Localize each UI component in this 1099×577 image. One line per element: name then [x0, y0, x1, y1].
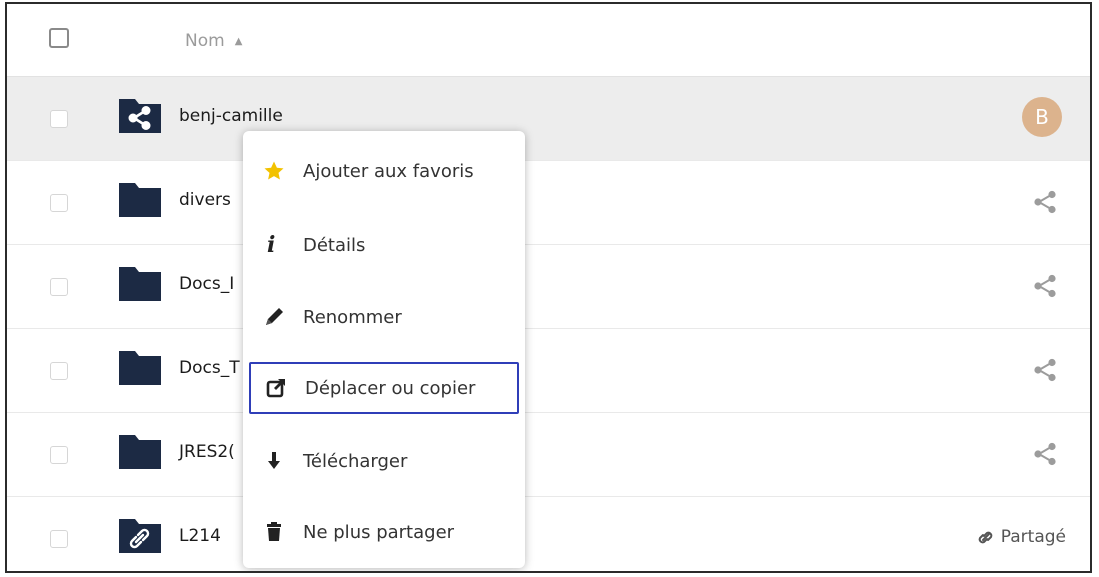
file-name[interactable]: L214 [179, 526, 221, 546]
share-folder-icon [117, 95, 163, 135]
share-icon[interactable] [1032, 189, 1058, 215]
file-name[interactable]: Docs_I [179, 274, 234, 294]
share-icon[interactable] [1032, 273, 1058, 299]
table-row[interactable]: JRES2( [7, 413, 1090, 497]
row-checkbox[interactable] [50, 362, 68, 380]
folder-icon [117, 347, 163, 387]
menu-item-download[interactable]: Télécharger [249, 435, 519, 487]
menu-item-label: Ajouter aux favoris [303, 160, 474, 182]
info-icon: i [267, 232, 276, 258]
folder-icon [117, 179, 163, 219]
folder-icon [117, 431, 163, 471]
table-row[interactable]: L214 Partagé [7, 497, 1090, 571]
row-checkbox[interactable] [50, 194, 68, 212]
table-row[interactable]: Docs_I [7, 245, 1090, 329]
trash-icon [263, 521, 303, 543]
menu-item-label: Déplacer ou copier [305, 377, 476, 399]
menu-item-move-copy[interactable]: Déplacer ou copier [249, 362, 519, 414]
menu-item-rename[interactable]: Renommer [249, 291, 519, 343]
pencil-icon [263, 306, 303, 328]
menu-item-label: Détails [303, 234, 366, 256]
folder-icon [117, 263, 163, 303]
table-row[interactable]: Docs_T [7, 329, 1090, 413]
row-checkbox[interactable] [50, 110, 68, 128]
row-checkbox[interactable] [50, 446, 68, 464]
select-all-checkbox[interactable] [49, 28, 69, 48]
file-name[interactable]: benj-camille [179, 106, 283, 126]
sort-ascending-icon: ▲ [234, 35, 243, 47]
name-column-label: Nom [185, 31, 225, 51]
context-menu: Ajouter aux favoris i Détails Renommer D… [243, 131, 525, 568]
menu-item-unshare[interactable]: Ne plus partager [249, 506, 519, 558]
share-icon[interactable] [1032, 441, 1058, 467]
table-row[interactable]: benj-camille B [7, 77, 1090, 161]
link-icon [978, 531, 993, 544]
shared-indicator[interactable]: Partagé [977, 527, 1066, 547]
file-name[interactable]: Docs_T [179, 358, 240, 378]
star-icon [263, 160, 303, 182]
row-checkbox[interactable] [50, 278, 68, 296]
file-list-panel: Nom ▲ benj-camille B divers Docs_I Docs_… [5, 2, 1092, 573]
shared-label: Partagé [1000, 527, 1066, 547]
share-icon[interactable] [1032, 357, 1058, 383]
menu-item-add-favorite[interactable]: Ajouter aux favoris [249, 145, 519, 197]
file-name[interactable]: divers [179, 190, 231, 210]
download-icon [263, 450, 303, 472]
external-link-icon [265, 377, 305, 399]
menu-item-label: Télécharger [303, 450, 408, 472]
menu-item-details[interactable]: i Détails [249, 219, 519, 271]
link-folder-icon [117, 515, 163, 555]
table-row[interactable]: divers [7, 161, 1090, 245]
table-header: Nom ▲ [7, 4, 1090, 77]
row-checkbox[interactable] [50, 530, 68, 548]
sort-by-name-header[interactable]: Nom ▲ [185, 31, 242, 51]
file-name[interactable]: JRES2( [179, 442, 235, 462]
avatar[interactable]: B [1022, 97, 1062, 137]
menu-item-label: Ne plus partager [303, 521, 455, 543]
menu-item-label: Renommer [303, 306, 402, 328]
